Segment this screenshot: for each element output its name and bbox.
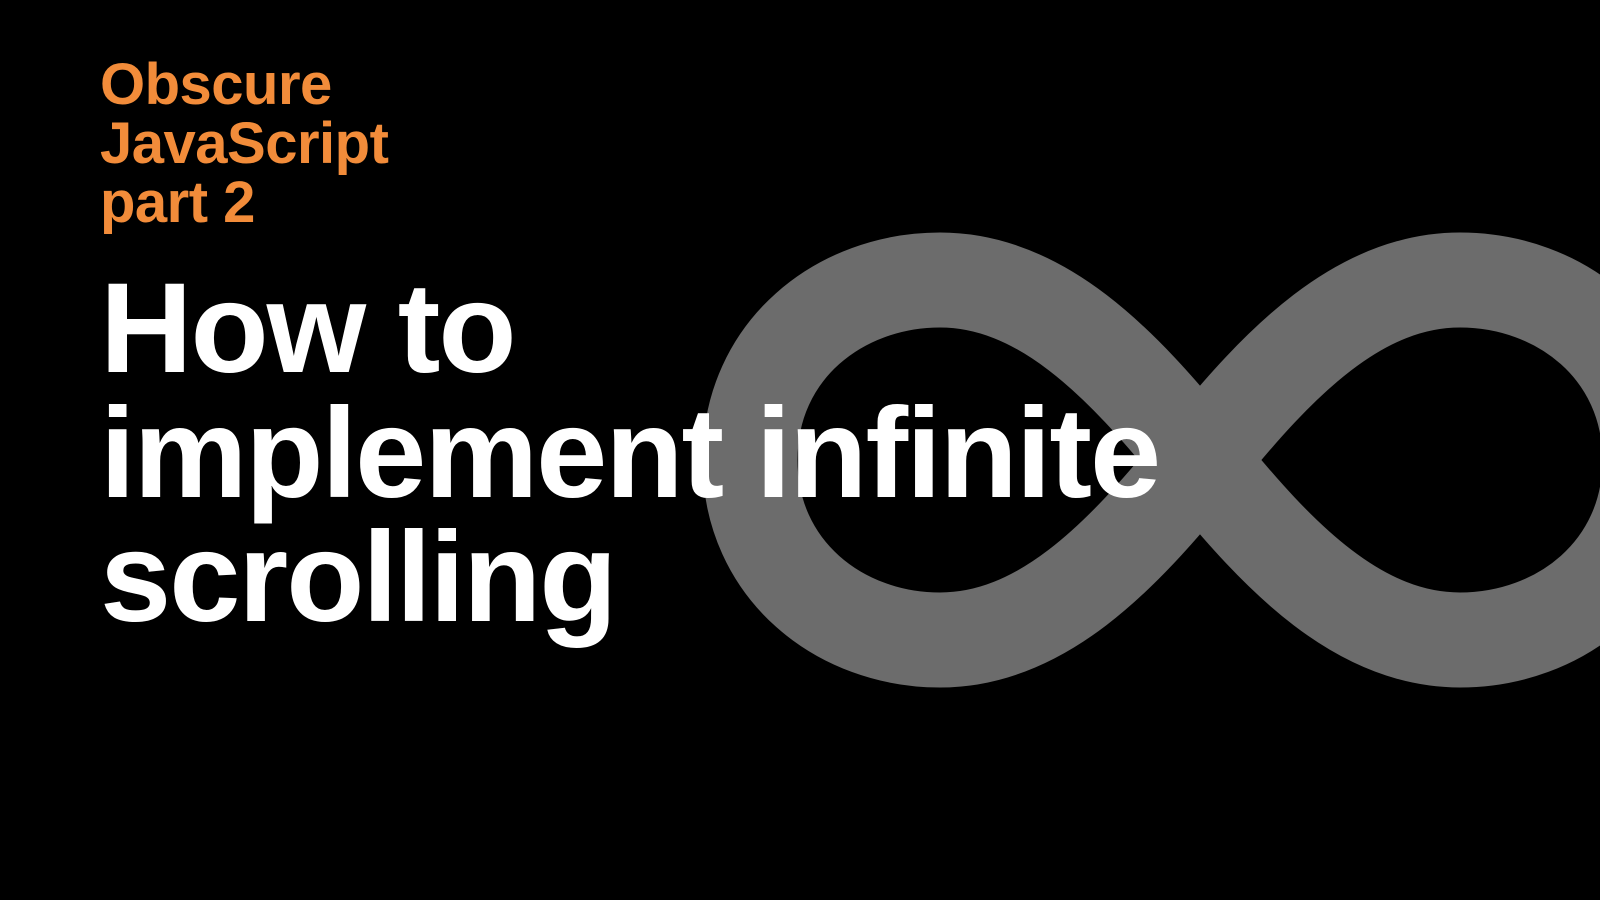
series-line-3: part 2 — [100, 173, 1600, 232]
main-title: How to implement infinite scrolling — [100, 267, 1600, 639]
title-line-1: How to — [100, 267, 1600, 391]
series-title: Obscure JavaScript part 2 — [100, 55, 1600, 232]
title-line-2: implement infinite — [100, 392, 1600, 516]
series-line-2: JavaScript — [100, 114, 1600, 173]
title-line-3: scrolling — [100, 516, 1600, 640]
series-line-1: Obscure — [100, 55, 1600, 114]
content-block: Obscure JavaScript part 2 How to impleme… — [0, 0, 1600, 640]
